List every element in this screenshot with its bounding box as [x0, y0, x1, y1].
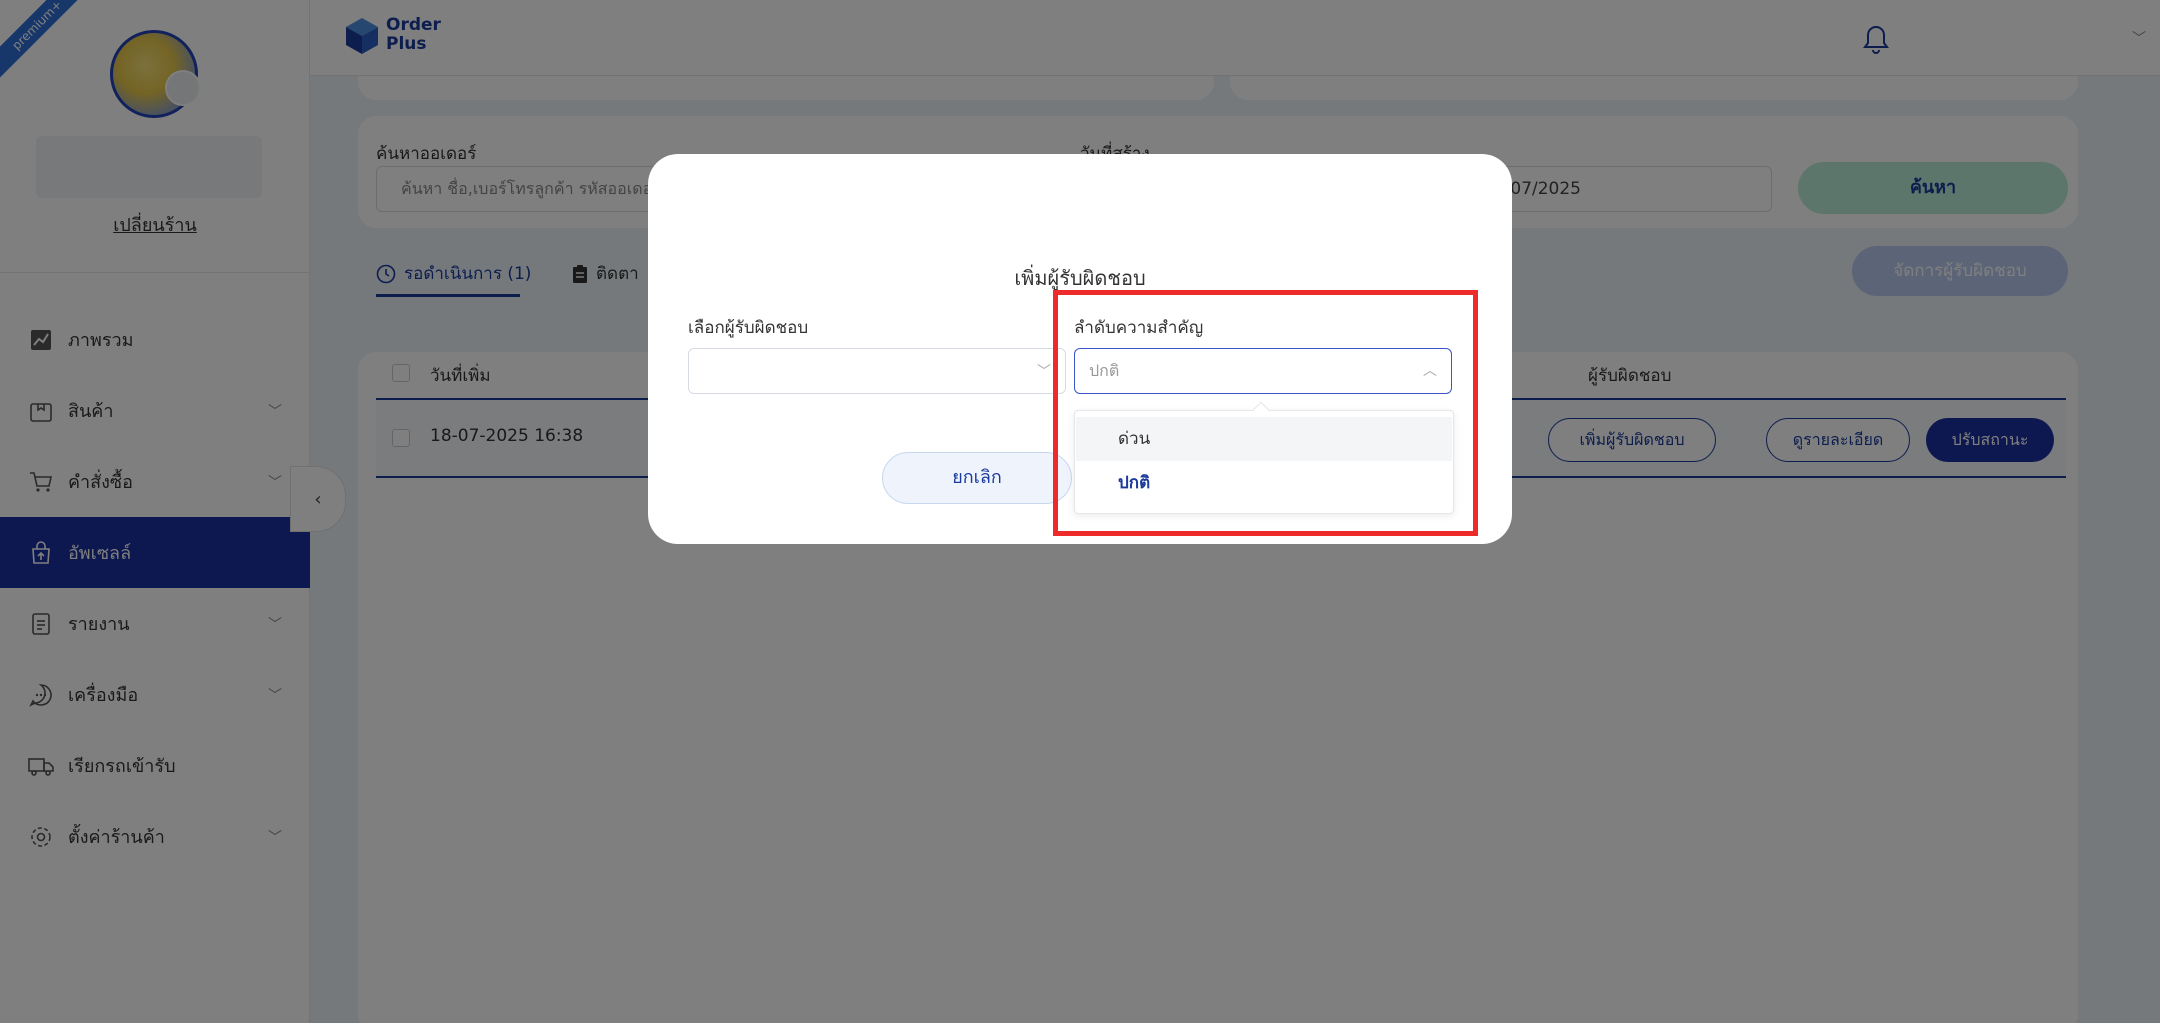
cancel-button[interactable]: ยกเลิก [882, 452, 1072, 504]
owner-select-label: เลือกผู้รับผิดชอบ [688, 318, 809, 338]
chevron-down-icon: ﹀ [1037, 364, 1051, 380]
owner-select[interactable]: ﹀ [688, 348, 1066, 394]
highlight-box [1053, 290, 1478, 536]
